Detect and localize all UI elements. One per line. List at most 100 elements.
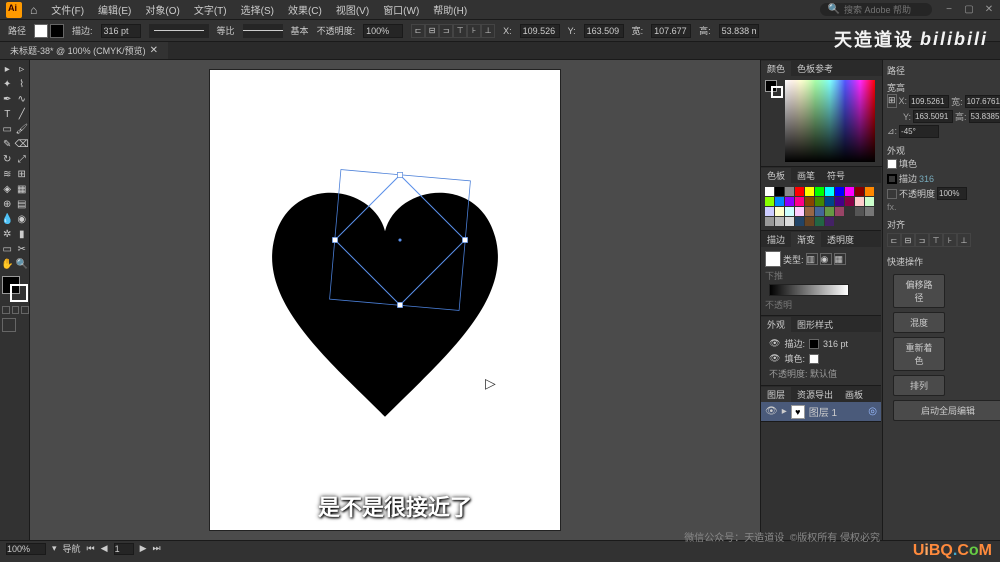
- al4[interactable]: ⊤: [929, 233, 943, 247]
- artboard[interactable]: ▷: [210, 70, 560, 530]
- tab-close-icon[interactable]: ✕: [150, 45, 158, 56]
- perspective-tool[interactable]: ▦: [15, 182, 30, 197]
- home-icon[interactable]: ⌂: [30, 3, 37, 17]
- selection-tool[interactable]: ▸: [0, 62, 15, 77]
- tab-swatches[interactable]: 色板: [761, 168, 791, 183]
- color-spectrum[interactable]: [785, 80, 875, 162]
- x-input[interactable]: [520, 24, 560, 38]
- tab-layers[interactable]: 图层: [761, 387, 791, 402]
- paintbrush-tool[interactable]: 🖌: [15, 122, 30, 137]
- ap-fill-row[interactable]: 👁 填色:: [765, 351, 877, 366]
- magic-wand-tool[interactable]: ✦: [0, 77, 15, 92]
- blend-tool[interactable]: ◉: [15, 212, 30, 227]
- qa-recolor[interactable]: 重新着色: [893, 337, 945, 371]
- align-bottom-icon[interactable]: ⊥: [481, 24, 495, 38]
- screen-mode[interactable]: [2, 318, 16, 332]
- grad-linear-icon[interactable]: ▥: [806, 253, 818, 265]
- ap-fill-sw[interactable]: [809, 354, 819, 364]
- artboard-nav-next[interactable]: ▶: [140, 543, 147, 554]
- menu-edit[interactable]: 编辑(E): [92, 0, 137, 19]
- maximize-icon[interactable]: ▢: [964, 4, 974, 15]
- layer-eye-icon[interactable]: 👁: [765, 406, 778, 417]
- tab-asset-export[interactable]: 资源导出: [791, 387, 839, 402]
- rotate-tool[interactable]: ↻: [0, 152, 15, 167]
- search-input[interactable]: [844, 5, 924, 15]
- ap-opacity-row[interactable]: 不透明度: 默认值: [765, 366, 877, 381]
- stroke-profile[interactable]: [149, 24, 209, 38]
- align-middle-icon[interactable]: ⊦: [467, 24, 481, 38]
- pen-tool[interactable]: ✒: [0, 92, 15, 107]
- w-input[interactable]: [651, 24, 691, 38]
- menu-effect[interactable]: 效果(C): [282, 0, 328, 19]
- type-tool[interactable]: T: [0, 107, 15, 122]
- opacity-input[interactable]: [363, 24, 403, 38]
- mesh-tool[interactable]: ⊕: [0, 197, 15, 212]
- align-center-icon[interactable]: ⊟: [425, 24, 439, 38]
- minimize-icon[interactable]: −: [944, 4, 954, 15]
- eyedropper-tool[interactable]: 💧: [0, 212, 15, 227]
- eye-icon[interactable]: 👁: [769, 338, 780, 349]
- lasso-tool[interactable]: ⌇: [15, 77, 30, 92]
- fill-swatch-mini[interactable]: [887, 159, 897, 169]
- direct-selection-tool[interactable]: ▹: [15, 62, 30, 77]
- align-right-icon[interactable]: ⊐: [439, 24, 453, 38]
- swatch-grid[interactable]: [761, 183, 881, 230]
- menu-help[interactable]: 帮助(H): [427, 0, 473, 19]
- fill-stroke-swatches[interactable]: [34, 24, 64, 38]
- tab-appearance[interactable]: 外观: [761, 317, 791, 332]
- menu-file[interactable]: 文件(F): [45, 0, 90, 19]
- slice-tool[interactable]: ✂: [15, 242, 30, 257]
- gradient-slider[interactable]: [769, 284, 849, 296]
- line-tool[interactable]: ╱: [15, 107, 30, 122]
- free-transform-tool[interactable]: ⊞: [15, 167, 30, 182]
- angle-input[interactable]: [899, 125, 939, 138]
- zoom-input[interactable]: [6, 543, 46, 555]
- tab-symbols[interactable]: 符号: [821, 168, 851, 183]
- zoom-tool[interactable]: 🔍: [15, 257, 30, 272]
- artboard-nav-first[interactable]: ⏮: [87, 543, 95, 554]
- menu-object[interactable]: 对象(O): [139, 0, 185, 19]
- grad-swatch[interactable]: [765, 251, 781, 267]
- fill-swatch[interactable]: [34, 24, 48, 38]
- gradient-tool[interactable]: ▤: [15, 197, 30, 212]
- tab-graphic-styles[interactable]: 图形样式: [791, 317, 839, 332]
- al2[interactable]: ⊟: [901, 233, 915, 247]
- tab-color[interactable]: 颜色: [761, 61, 791, 76]
- hand-tool[interactable]: ✋: [0, 257, 15, 272]
- op-input2[interactable]: [937, 187, 967, 200]
- stroke-color[interactable]: [10, 284, 28, 302]
- grad-freeform-icon[interactable]: ▦: [834, 253, 846, 265]
- chevron-down-icon[interactable]: ▾: [52, 543, 57, 554]
- rectangle-tool[interactable]: ▭: [0, 122, 15, 137]
- graph-tool[interactable]: ▮: [15, 227, 30, 242]
- grad-radial-icon[interactable]: ◉: [820, 253, 832, 265]
- reference-point[interactable]: ⊞: [887, 94, 897, 108]
- menu-type[interactable]: 文字(T): [188, 0, 233, 19]
- width-tool[interactable]: ≋: [0, 167, 15, 182]
- layer-name[interactable]: 图层 1: [809, 404, 837, 419]
- close-icon[interactable]: ✕: [984, 4, 994, 15]
- stroke-proxy[interactable]: [771, 86, 783, 98]
- menu-window[interactable]: 窗口(W): [377, 0, 425, 19]
- artboard-nav-last[interactable]: ⏭: [153, 543, 161, 554]
- al6[interactable]: ⊥: [957, 233, 971, 247]
- draw-modes[interactable]: [0, 306, 29, 314]
- fill-stroke-control[interactable]: [2, 276, 28, 302]
- selected-diamond[interactable]: [335, 175, 465, 305]
- canvas[interactable]: ▷ 是不是很接近了: [30, 60, 760, 540]
- stroke-weight-input[interactable]: [101, 24, 141, 38]
- shape-builder-tool[interactable]: ◈: [0, 182, 15, 197]
- tab-color-guide[interactable]: 色板参考: [791, 61, 839, 76]
- h-input[interactable]: [719, 24, 759, 38]
- tab-brushes[interactable]: 画笔: [791, 168, 821, 183]
- document-tab[interactable]: 未标题-38* @ 100% (CMYK/预览) ✕: [0, 42, 168, 59]
- al3[interactable]: ⊐: [915, 233, 929, 247]
- y-input[interactable]: [584, 24, 624, 38]
- qa-offset[interactable]: 偏移路径: [893, 274, 945, 308]
- scale-tool[interactable]: ⤢: [15, 152, 30, 167]
- tab-transparency[interactable]: 透明度: [821, 232, 860, 247]
- ap-stroke-row[interactable]: 👁 描边: 316 pt: [765, 336, 877, 351]
- ty-input[interactable]: [913, 110, 953, 123]
- fx-label[interactable]: fx.: [887, 202, 996, 212]
- shaper-tool[interactable]: ✎: [0, 137, 15, 152]
